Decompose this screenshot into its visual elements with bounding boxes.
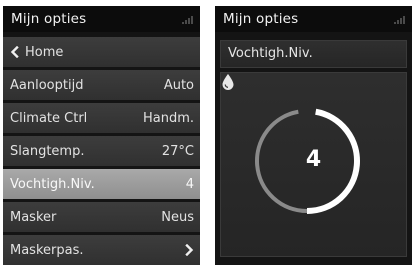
menu-item-climate-ctrl[interactable]: Climate Ctrl Handm. [3,103,200,133]
menu-item-value: Auto [163,77,194,93]
options-menu: Home Aanlooptijd Auto Climate Ctrl Handm… [3,37,200,265]
status-bar: Mijn opties [215,6,412,32]
menu-item-home[interactable]: Home [3,37,200,67]
menu-screen: Mijn opties Home Aanlooptijd Auto Climat… [3,6,200,265]
menu-item-label: Masker [10,209,57,225]
menu-item-label: Vochtigh.Niv. [10,176,95,192]
parameter-title: Vochtigh.Niv. [220,40,407,68]
detail-screen: Mijn opties Vochtigh.Niv. 4 [215,6,412,265]
chevron-right-icon [185,244,194,256]
water-drop-icon [222,74,234,90]
menu-item-value: Handm. [142,110,194,126]
signal-icon [394,15,405,24]
menu-item-value: 4 [185,176,194,192]
menu-item-label: Home [25,44,64,60]
menu-item-value: Neus [161,209,194,225]
menu-item-slangtemp[interactable]: Slangtemp. 27°C [3,136,200,166]
status-bar: Mijn opties [3,6,200,32]
menu-item-label: Aanlooptijd [10,77,84,93]
menu-item-label: Maskerpas. [10,242,84,258]
menu-item-maskerpas[interactable]: Maskerpas. [3,235,200,265]
screen-title: Mijn opties [223,11,299,27]
menu-item-aanlooptijd[interactable]: Aanlooptijd Auto [3,70,200,100]
menu-item-vochtigh-niv[interactable]: Vochtigh.Niv. 4 [3,169,200,199]
dial-value: 4 [305,147,322,172]
screen-title: Mijn opties [11,11,87,27]
menu-item-value: 27°C [161,143,194,159]
menu-item-label: Slangtemp. [10,143,85,159]
menu-item-masker[interactable]: Masker Neus [3,202,200,232]
chevron-left-icon [10,46,19,58]
menu-item-label: Climate Ctrl [10,110,88,126]
humidity-dial[interactable]: 4 [220,72,407,257]
signal-icon [182,15,193,24]
